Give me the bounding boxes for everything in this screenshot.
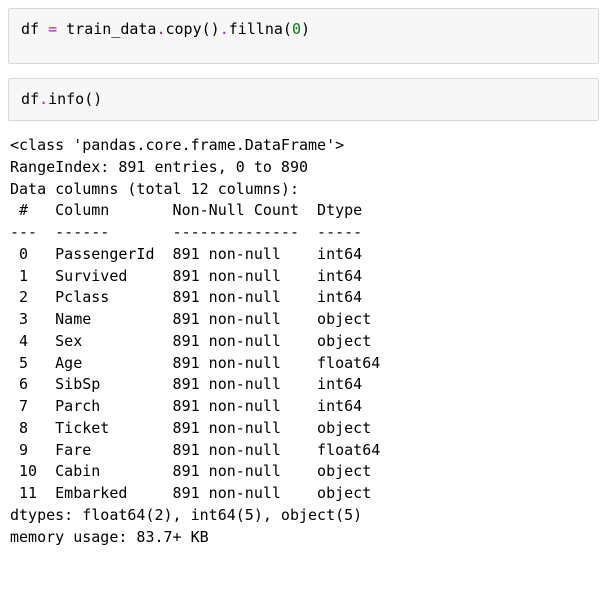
code-token: fillna(: [229, 20, 292, 38]
code-token: 0: [292, 20, 301, 38]
code-token: train_data: [57, 20, 156, 38]
code-token: ): [301, 20, 310, 38]
code-token: .: [220, 20, 229, 38]
code-token: .: [156, 20, 165, 38]
code-token: copy(): [166, 20, 220, 38]
output-text: <class 'pandas.core.frame.DataFrame'> Ra…: [8, 135, 599, 548]
input-cell-2[interactable]: df.info(): [8, 78, 599, 121]
code-token: .: [39, 90, 48, 108]
code-token: info(): [48, 90, 102, 108]
code-token: df: [21, 20, 48, 38]
code-token: df: [21, 90, 39, 108]
input-cell-1[interactable]: df = train_data.copy().fillna(0): [8, 8, 599, 64]
code-token: =: [48, 20, 57, 38]
